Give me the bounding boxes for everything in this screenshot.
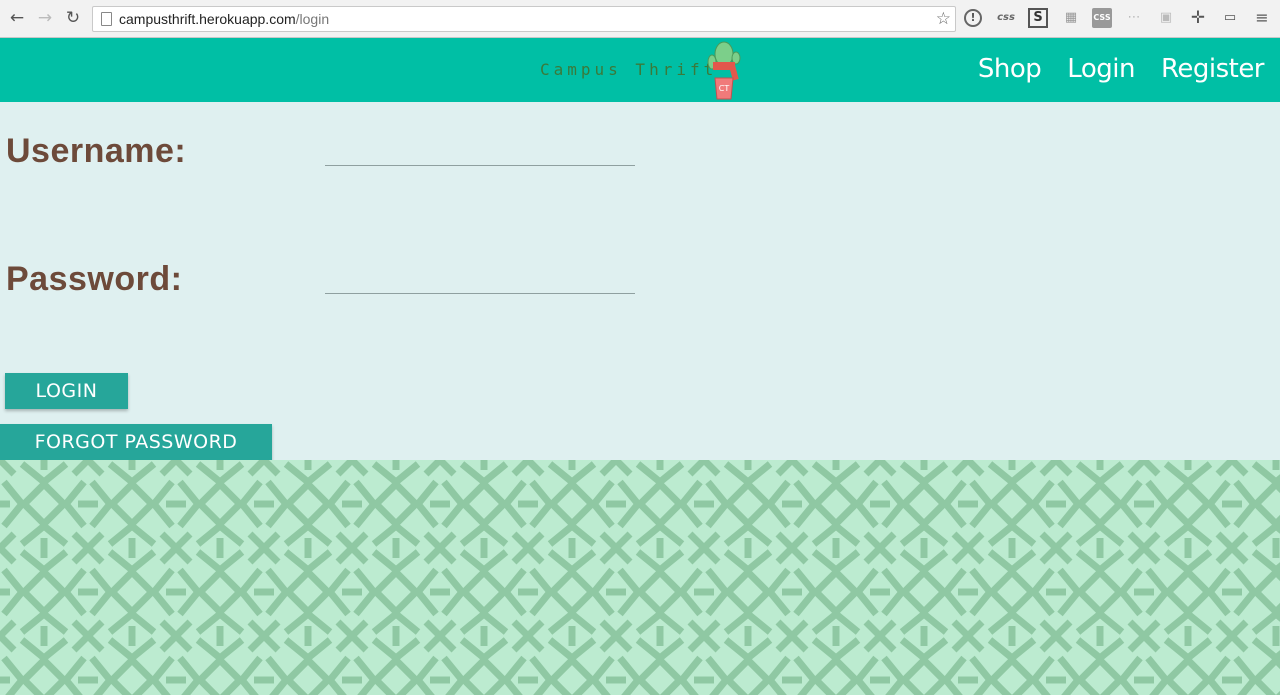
address-bar[interactable]: campusthrift.herokuapp.com/login ☆ bbox=[92, 6, 956, 32]
nav-register-link[interactable]: Register bbox=[1161, 52, 1265, 86]
reload-icon[interactable]: ↻ bbox=[62, 7, 84, 29]
nav-shop-link[interactable]: Shop bbox=[978, 52, 1042, 86]
url-host: campusthrift.herokuapp.com bbox=[119, 11, 296, 27]
password-input[interactable] bbox=[325, 268, 635, 294]
url-path: /login bbox=[295, 11, 330, 27]
cactus-logo-icon: CT bbox=[707, 41, 741, 100]
login-form: Username: Password: LOGIN FORGOT PASSWOR… bbox=[0, 102, 1280, 460]
site-header: Campus Thrift CT Shop Login Register bbox=[0, 38, 1280, 102]
forward-arrow-icon[interactable]: → bbox=[34, 7, 56, 29]
dots-extension-icon[interactable]: ⋯ bbox=[1124, 8, 1144, 28]
site-logo[interactable]: Campus Thrift CT bbox=[540, 40, 750, 100]
username-label: Username: bbox=[6, 132, 187, 170]
info-icon[interactable]: ! bbox=[964, 9, 982, 27]
login-button[interactable]: LOGIN bbox=[5, 373, 128, 409]
page-icon bbox=[101, 12, 112, 26]
crosshair-extension-icon[interactable]: ✛ bbox=[1188, 8, 1208, 28]
geometric-pattern bbox=[0, 460, 1280, 695]
css-extension-icon[interactable]: css bbox=[996, 8, 1016, 28]
camera-extension-icon[interactable]: ▣ bbox=[1156, 8, 1176, 28]
cube-extension-icon[interactable]: ▦ bbox=[1061, 8, 1081, 28]
nav-login-link[interactable]: Login bbox=[1067, 52, 1135, 86]
s-extension-icon[interactable]: S bbox=[1028, 8, 1048, 28]
browser-toolbar: ← → ↻ campusthrift.herokuapp.com/login ☆… bbox=[0, 0, 1280, 38]
nav-links: Shop Login Register bbox=[952, 52, 1265, 88]
forgot-password-button[interactable]: FORGOT PASSWORD bbox=[0, 424, 272, 460]
password-label: Password: bbox=[6, 260, 183, 298]
username-input[interactable] bbox=[325, 140, 635, 166]
logo-text: Campus Thrift bbox=[540, 60, 718, 79]
cast-icon[interactable]: ▭ bbox=[1220, 8, 1240, 28]
logo-badge-text: CT bbox=[719, 84, 730, 93]
css-viewer-extension-icon[interactable]: CSS bbox=[1092, 8, 1112, 28]
url-text[interactable]: campusthrift.herokuapp.com/login bbox=[119, 11, 329, 27]
menu-icon[interactable]: ≡ bbox=[1252, 8, 1272, 28]
decorative-pattern-background bbox=[0, 460, 1280, 695]
back-arrow-icon[interactable]: ← bbox=[6, 7, 28, 29]
bookmark-star-icon[interactable]: ☆ bbox=[936, 9, 951, 29]
